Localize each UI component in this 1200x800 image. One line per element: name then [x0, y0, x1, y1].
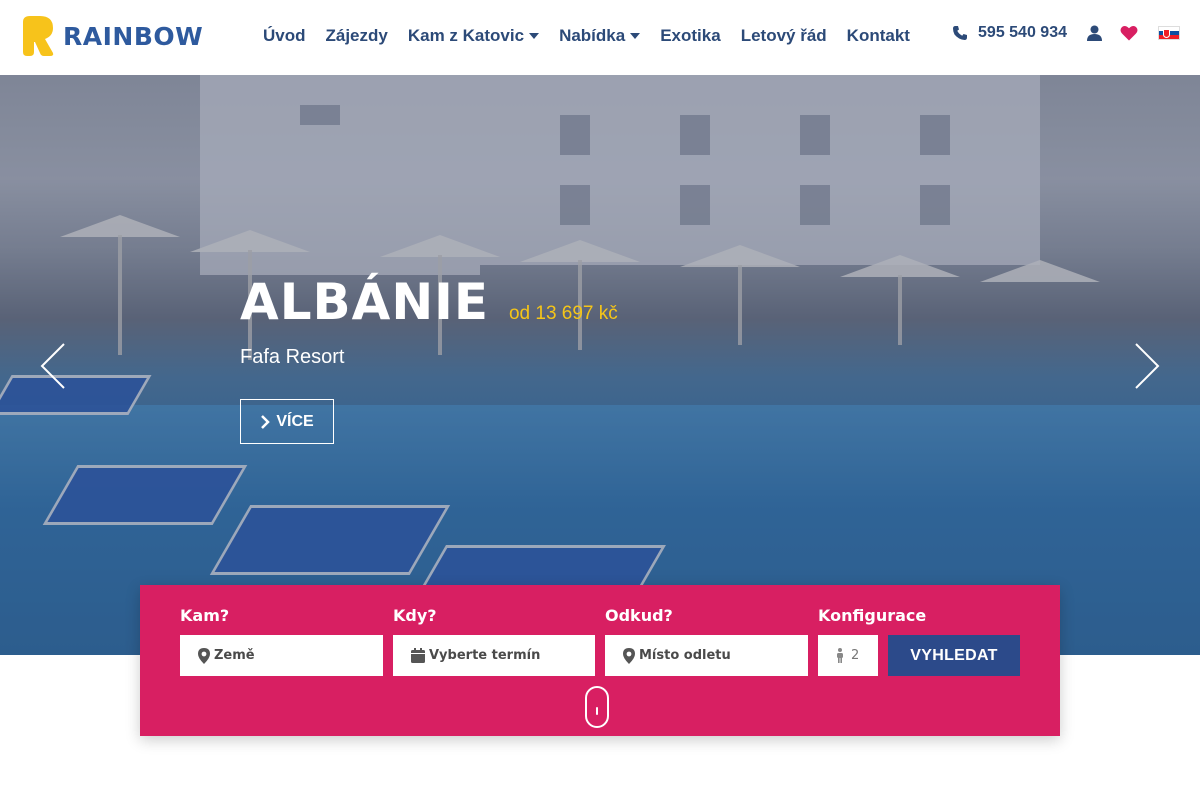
nav-item-kontakt[interactable]: Kontakt — [847, 26, 910, 46]
country-select[interactable]: Země — [180, 635, 383, 676]
phone-icon — [953, 26, 968, 40]
nav-item-label: Kam z Katovic — [407, 26, 525, 45]
map-marker-icon — [198, 647, 210, 664]
nav-item-zajezdy[interactable]: Zájezdy — [326, 26, 388, 46]
chevron-right-icon — [261, 414, 271, 429]
hero-overlay — [0, 75, 1200, 655]
departure-select[interactable]: Místo odletu — [605, 635, 808, 676]
caret-down-icon — [529, 33, 540, 39]
hero-price: od 13 697 kč — [508, 303, 618, 324]
nav-item-nabidka[interactable]: Nabídka — [559, 26, 641, 46]
hero-slider: ALBÁNIE od 13 697 kč Fafa Resort VÍCE — [0, 75, 1200, 655]
hero-subtitle: Fafa Resort — [240, 346, 345, 368]
chevron-right-icon[interactable] — [1134, 343, 1160, 389]
from-label: Odkud? — [605, 606, 673, 625]
user-icon[interactable] — [1087, 25, 1102, 41]
travelers-field[interactable]: 2 — [818, 635, 878, 676]
nav-item-label: Exotika — [660, 26, 721, 45]
caret-down-icon — [630, 33, 641, 39]
map-marker-icon — [623, 647, 635, 664]
phone-number: 595 540 934 — [978, 24, 1067, 41]
rainbow-r-logo-icon — [23, 16, 54, 56]
site-header: RAINBOW Úvod Zájezdy Kam z Katovic Nabíd… — [0, 0, 1200, 75]
departure-placeholder: Místo odletu — [639, 648, 731, 663]
nav-item-letovy-rad[interactable]: Letový řád — [741, 26, 827, 46]
brand-name: RAINBOW — [63, 21, 204, 51]
nav-item-exotika[interactable]: Exotika — [660, 26, 720, 46]
more-button-label: VÍCE — [276, 412, 314, 430]
country-placeholder: Země — [214, 648, 255, 663]
date-select[interactable]: Vyberte termín — [393, 635, 595, 676]
calendar-icon — [411, 648, 425, 663]
nav-item-label: Kontakt — [846, 26, 910, 45]
header-actions: 595 540 934 — [952, 24, 1180, 42]
logo[interactable]: RAINBOW — [20, 16, 203, 56]
nav-item-label: Úvod — [263, 26, 306, 45]
search-button-label: VYHLEDAT — [910, 646, 998, 664]
person-icon — [837, 648, 843, 663]
nav-item-label: Zájezdy — [325, 26, 388, 45]
main-nav: Úvod Zájezdy Kam z Katovic Nabídka Exoti… — [263, 26, 930, 46]
nav-item-label: Letový řád — [740, 26, 827, 45]
more-button[interactable]: VÍCE — [240, 399, 334, 444]
nav-item-kam-z-katovic[interactable]: Kam z Katovic — [407, 26, 540, 46]
chevron-left-icon[interactable] — [40, 343, 66, 389]
nav-item-uvod[interactable]: Úvod — [263, 26, 306, 46]
slovakia-flag-icon[interactable] — [1158, 26, 1180, 40]
hero-title: ALBÁNIE — [240, 273, 489, 331]
travelers-count: 2 — [851, 648, 860, 663]
config-label: Konfigurace — [818, 606, 927, 625]
phone-link[interactable]: 595 540 934 — [952, 24, 1067, 42]
search-panel: Kam? Země Kdy? Vyberte termín Odkud? Mís… — [140, 585, 1060, 736]
date-placeholder: Vyberte termín — [429, 648, 541, 663]
search-button[interactable]: VYHLEDAT — [888, 635, 1020, 676]
where-label: Kam? — [180, 606, 230, 625]
hero-heading: ALBÁNIE od 13 697 kč — [240, 273, 618, 331]
nav-item-label: Nabídka — [559, 26, 626, 45]
when-label: Kdy? — [393, 606, 437, 625]
heart-icon[interactable] — [1120, 25, 1138, 41]
scroll-down-icon[interactable] — [585, 686, 609, 728]
